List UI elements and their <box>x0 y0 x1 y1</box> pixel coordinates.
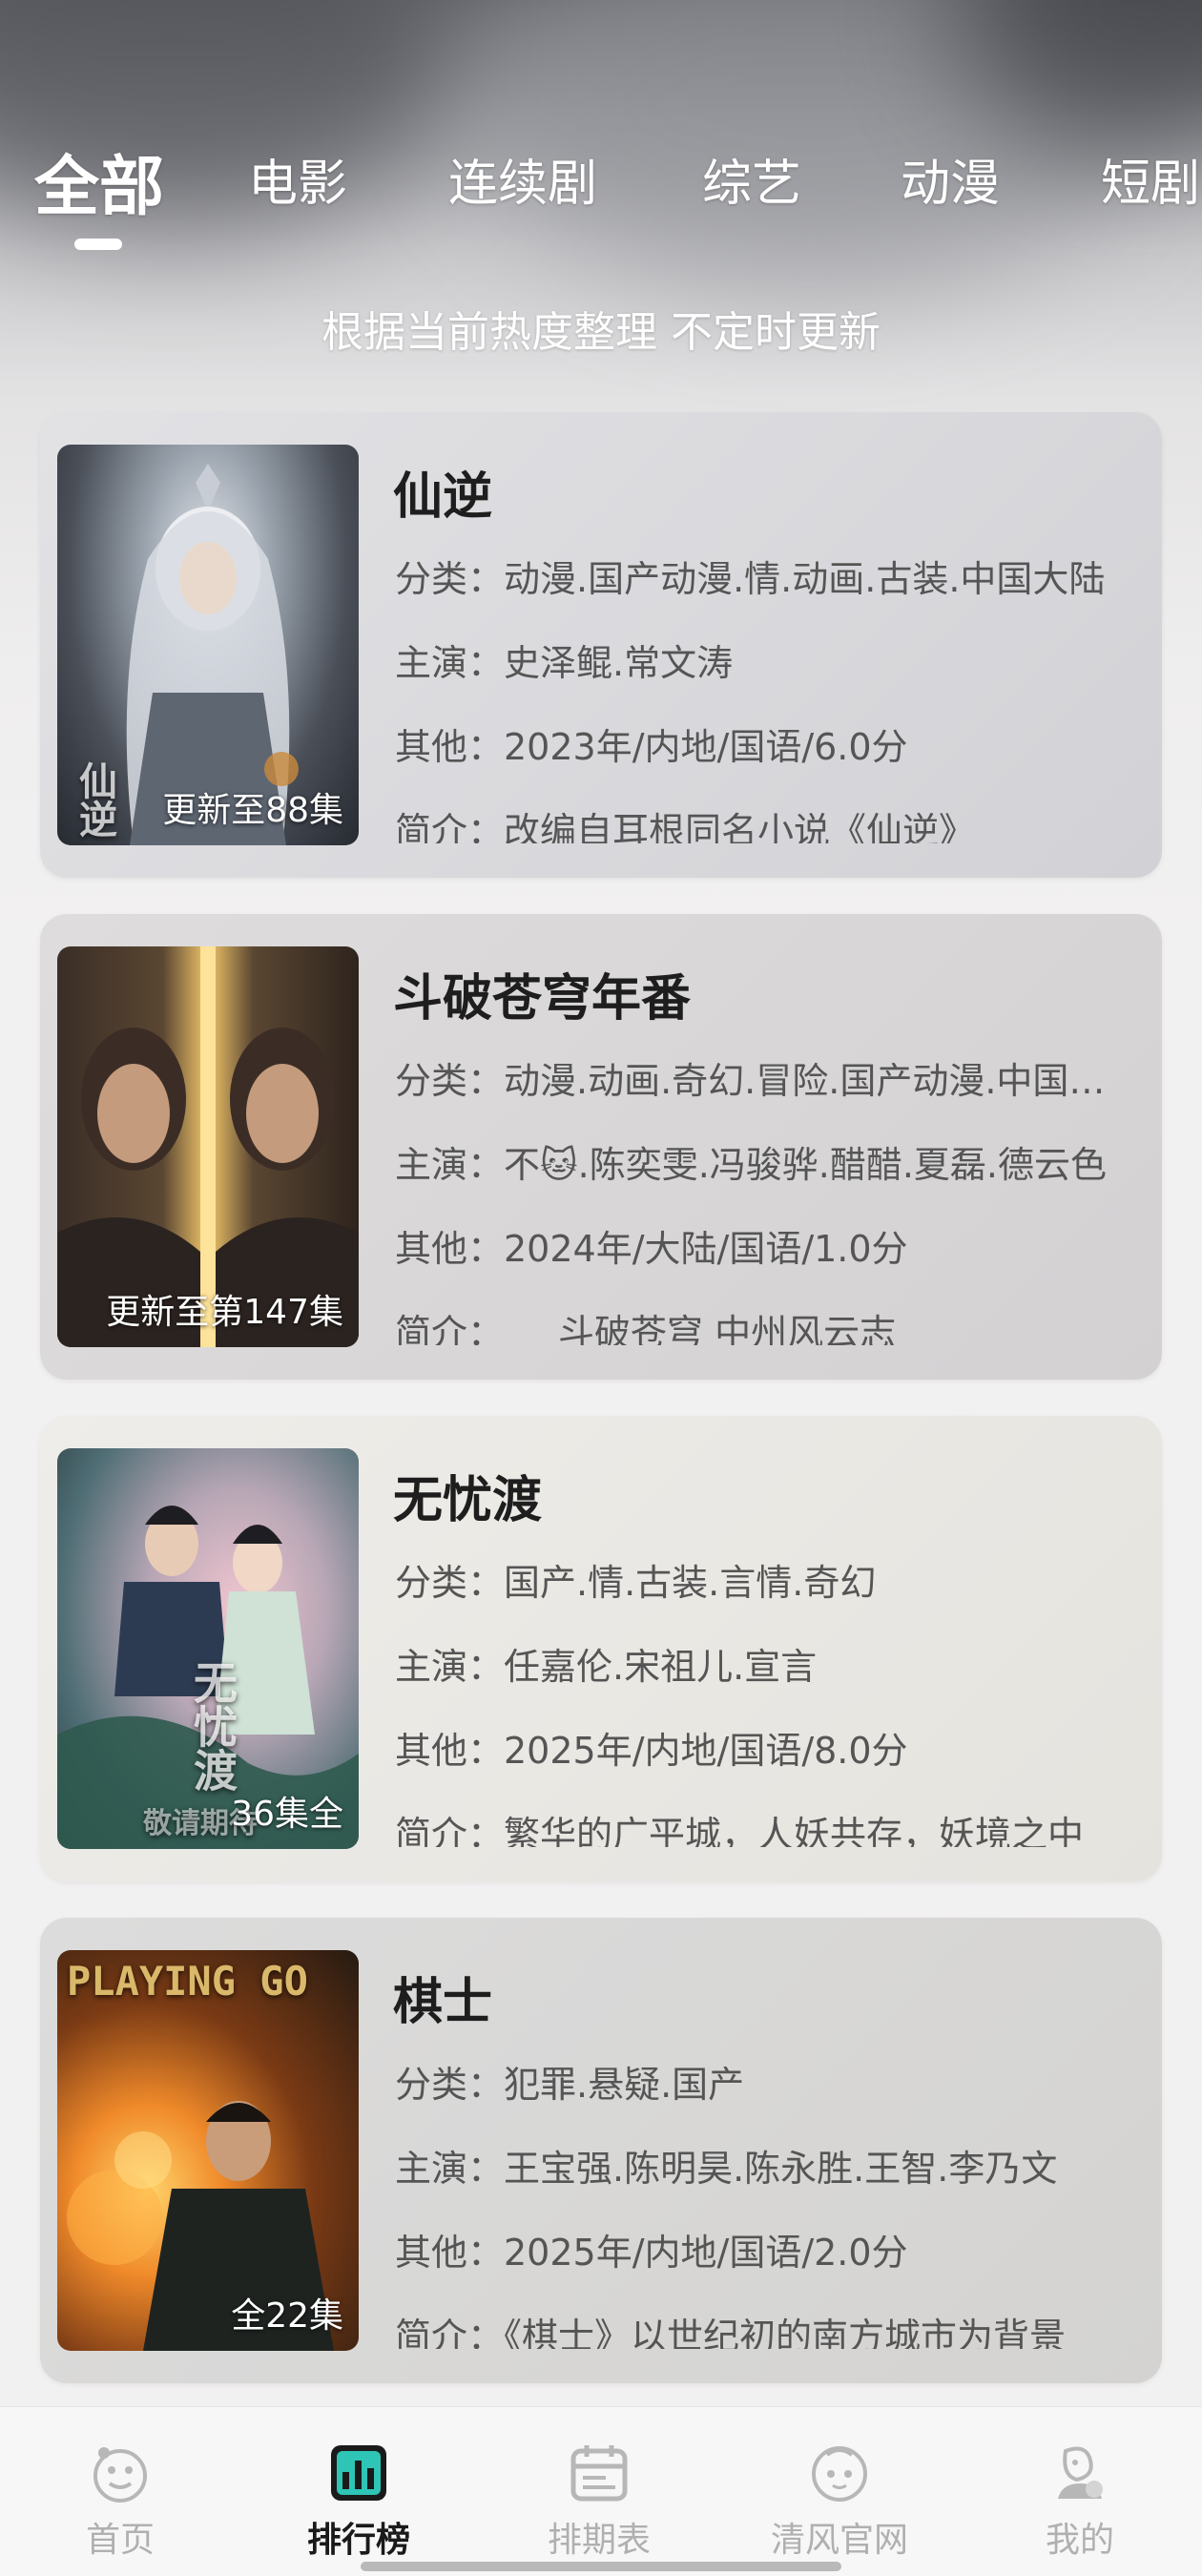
tab-all[interactable]: 全部 <box>34 134 164 228</box>
item-intro: 简介：繁华的广平城，人妖共存，妖境之中 <box>395 1814 1085 1847</box>
nav-ranking[interactable]: 排行榜 <box>263 2441 454 2562</box>
item-title: 斗破苍穹年番 <box>393 970 692 1028</box>
ranking-card[interactable]: PLAYING GO 全22集 棋士 分类：犯罪.悬疑.国产 主演：王宝强.陈明… <box>40 1918 1162 2383</box>
item-cast: 主演：王宝强.陈明昊.陈永胜.王智.李乃文 <box>395 2148 1058 2190</box>
poster-image: 更新至第147集 <box>57 946 359 1347</box>
item-other: 其他：2025年/内地/国语/8.0分 <box>395 1730 908 1772</box>
home-indicator[interactable] <box>361 2562 841 2571</box>
episode-badge: 36集全 <box>231 1795 343 1834</box>
item-intro: 简介：改编自耳根同名小说《仙逆》 <box>395 810 976 843</box>
category-tabs: 全部 电影 连续剧 综艺 动漫 短剧 <box>0 143 1202 250</box>
poster-image: 仙逆 更新至88集 <box>57 445 359 845</box>
poster-image: 无忧渡 敬请期待 36集全 <box>57 1448 359 1849</box>
item-title: 仙逆 <box>393 468 493 526</box>
item-other: 其他：2023年/内地/国语/6.0分 <box>395 726 908 768</box>
ranking-card[interactable]: 更新至第147集 斗破苍穹年番 分类：动漫.动画.奇幻.冒险.国产动漫.中国大陆… <box>40 914 1162 1380</box>
item-other: 其他：2024年/大陆/国语/1.0分 <box>395 1228 908 1270</box>
ranking-page: 全部 电影 连续剧 综艺 动漫 短剧 根据当前热度整理 不定时更新 仙逆 更新至… <box>0 0 1202 2576</box>
bottom-navigation: 首页 排行榜 排期表 清风官网 我的 <box>0 2406 1202 2576</box>
item-cast: 主演：不🐱.陈奕雯.冯骏骅.醋醋.夏磊.德云色 <box>395 1144 1108 1186</box>
episode-badge: 全22集 <box>231 2296 343 2336</box>
ranking-card[interactable]: 仙逆 更新至88集 仙逆 分类：动漫.国产动漫.情.动画.古装.中国大陆 主演：… <box>40 412 1162 878</box>
nav-profile-label: 我的 <box>1045 2521 1114 2560</box>
item-intro: 简介： 斗破苍穹 中州风云志 <box>395 1312 897 1345</box>
nav-home-label: 首页 <box>85 2521 155 2560</box>
item-title: 棋士 <box>393 1974 493 2031</box>
item-category: 分类：犯罪.悬疑.国产 <box>395 2064 745 2106</box>
active-tab-indicator <box>74 239 122 250</box>
item-category: 分类：动漫.动画.奇幻.冒险.国产动漫.中国大陆 <box>395 1060 1139 1102</box>
nav-schedule[interactable]: 排期表 <box>504 2441 694 2562</box>
poster-title-text: PLAYING GO <box>67 1958 308 2005</box>
item-intro: 简介：《棋士》以世纪初的南方城市为背景 <box>395 2316 1067 2349</box>
poster-title-text: 无忧渡 <box>187 1660 238 1792</box>
nav-profile[interactable]: 我的 <box>984 2441 1175 2562</box>
tab-short-drama[interactable]: 短剧 <box>1101 143 1200 215</box>
nav-ranking-label: 排行榜 <box>306 2521 410 2560</box>
nav-website[interactable]: 清风官网 <box>744 2441 935 2562</box>
ranking-subtitle: 根据当前热度整理 不定时更新 <box>321 308 881 357</box>
poster-title-text: 仙逆 <box>73 761 117 838</box>
nav-website-label: 清风官网 <box>770 2521 908 2560</box>
tab-variety[interactable]: 综艺 <box>702 143 801 215</box>
item-category: 分类：国产.情.古装.言情.奇幻 <box>395 1562 877 1604</box>
tab-movie[interactable]: 电影 <box>248 143 347 215</box>
home-icon <box>93 2447 147 2503</box>
episode-badge: 更新至88集 <box>162 791 343 830</box>
item-other: 其他：2025年/内地/国语/2.0分 <box>395 2232 908 2274</box>
item-title: 无忧渡 <box>393 1472 543 1529</box>
tab-series[interactable]: 连续剧 <box>448 143 597 215</box>
poster-image: PLAYING GO 全22集 <box>57 1950 359 2351</box>
website-icon <box>812 2446 867 2502</box>
nav-home[interactable]: 首页 <box>25 2441 216 2562</box>
item-cast: 主演：任嘉伦.宋祖儿.宣言 <box>395 1646 818 1688</box>
ranking-icon <box>331 2445 386 2501</box>
nav-schedule-label: 排期表 <box>547 2521 651 2560</box>
ranking-card[interactable]: 无忧渡 敬请期待 36集全 无忧渡 分类：国产.情.古装.言情.奇幻 主演：任嘉… <box>40 1416 1162 1881</box>
profile-icon <box>1058 2446 1103 2499</box>
tab-anime[interactable]: 动漫 <box>901 143 1000 215</box>
calendar-icon <box>570 2445 628 2502</box>
item-cast: 主演：史泽鲲.常文涛 <box>395 642 734 684</box>
episode-badge: 更新至第147集 <box>106 1293 343 1332</box>
item-category: 分类：动漫.国产动漫.情.动画.古装.中国大陆 <box>395 558 1106 600</box>
